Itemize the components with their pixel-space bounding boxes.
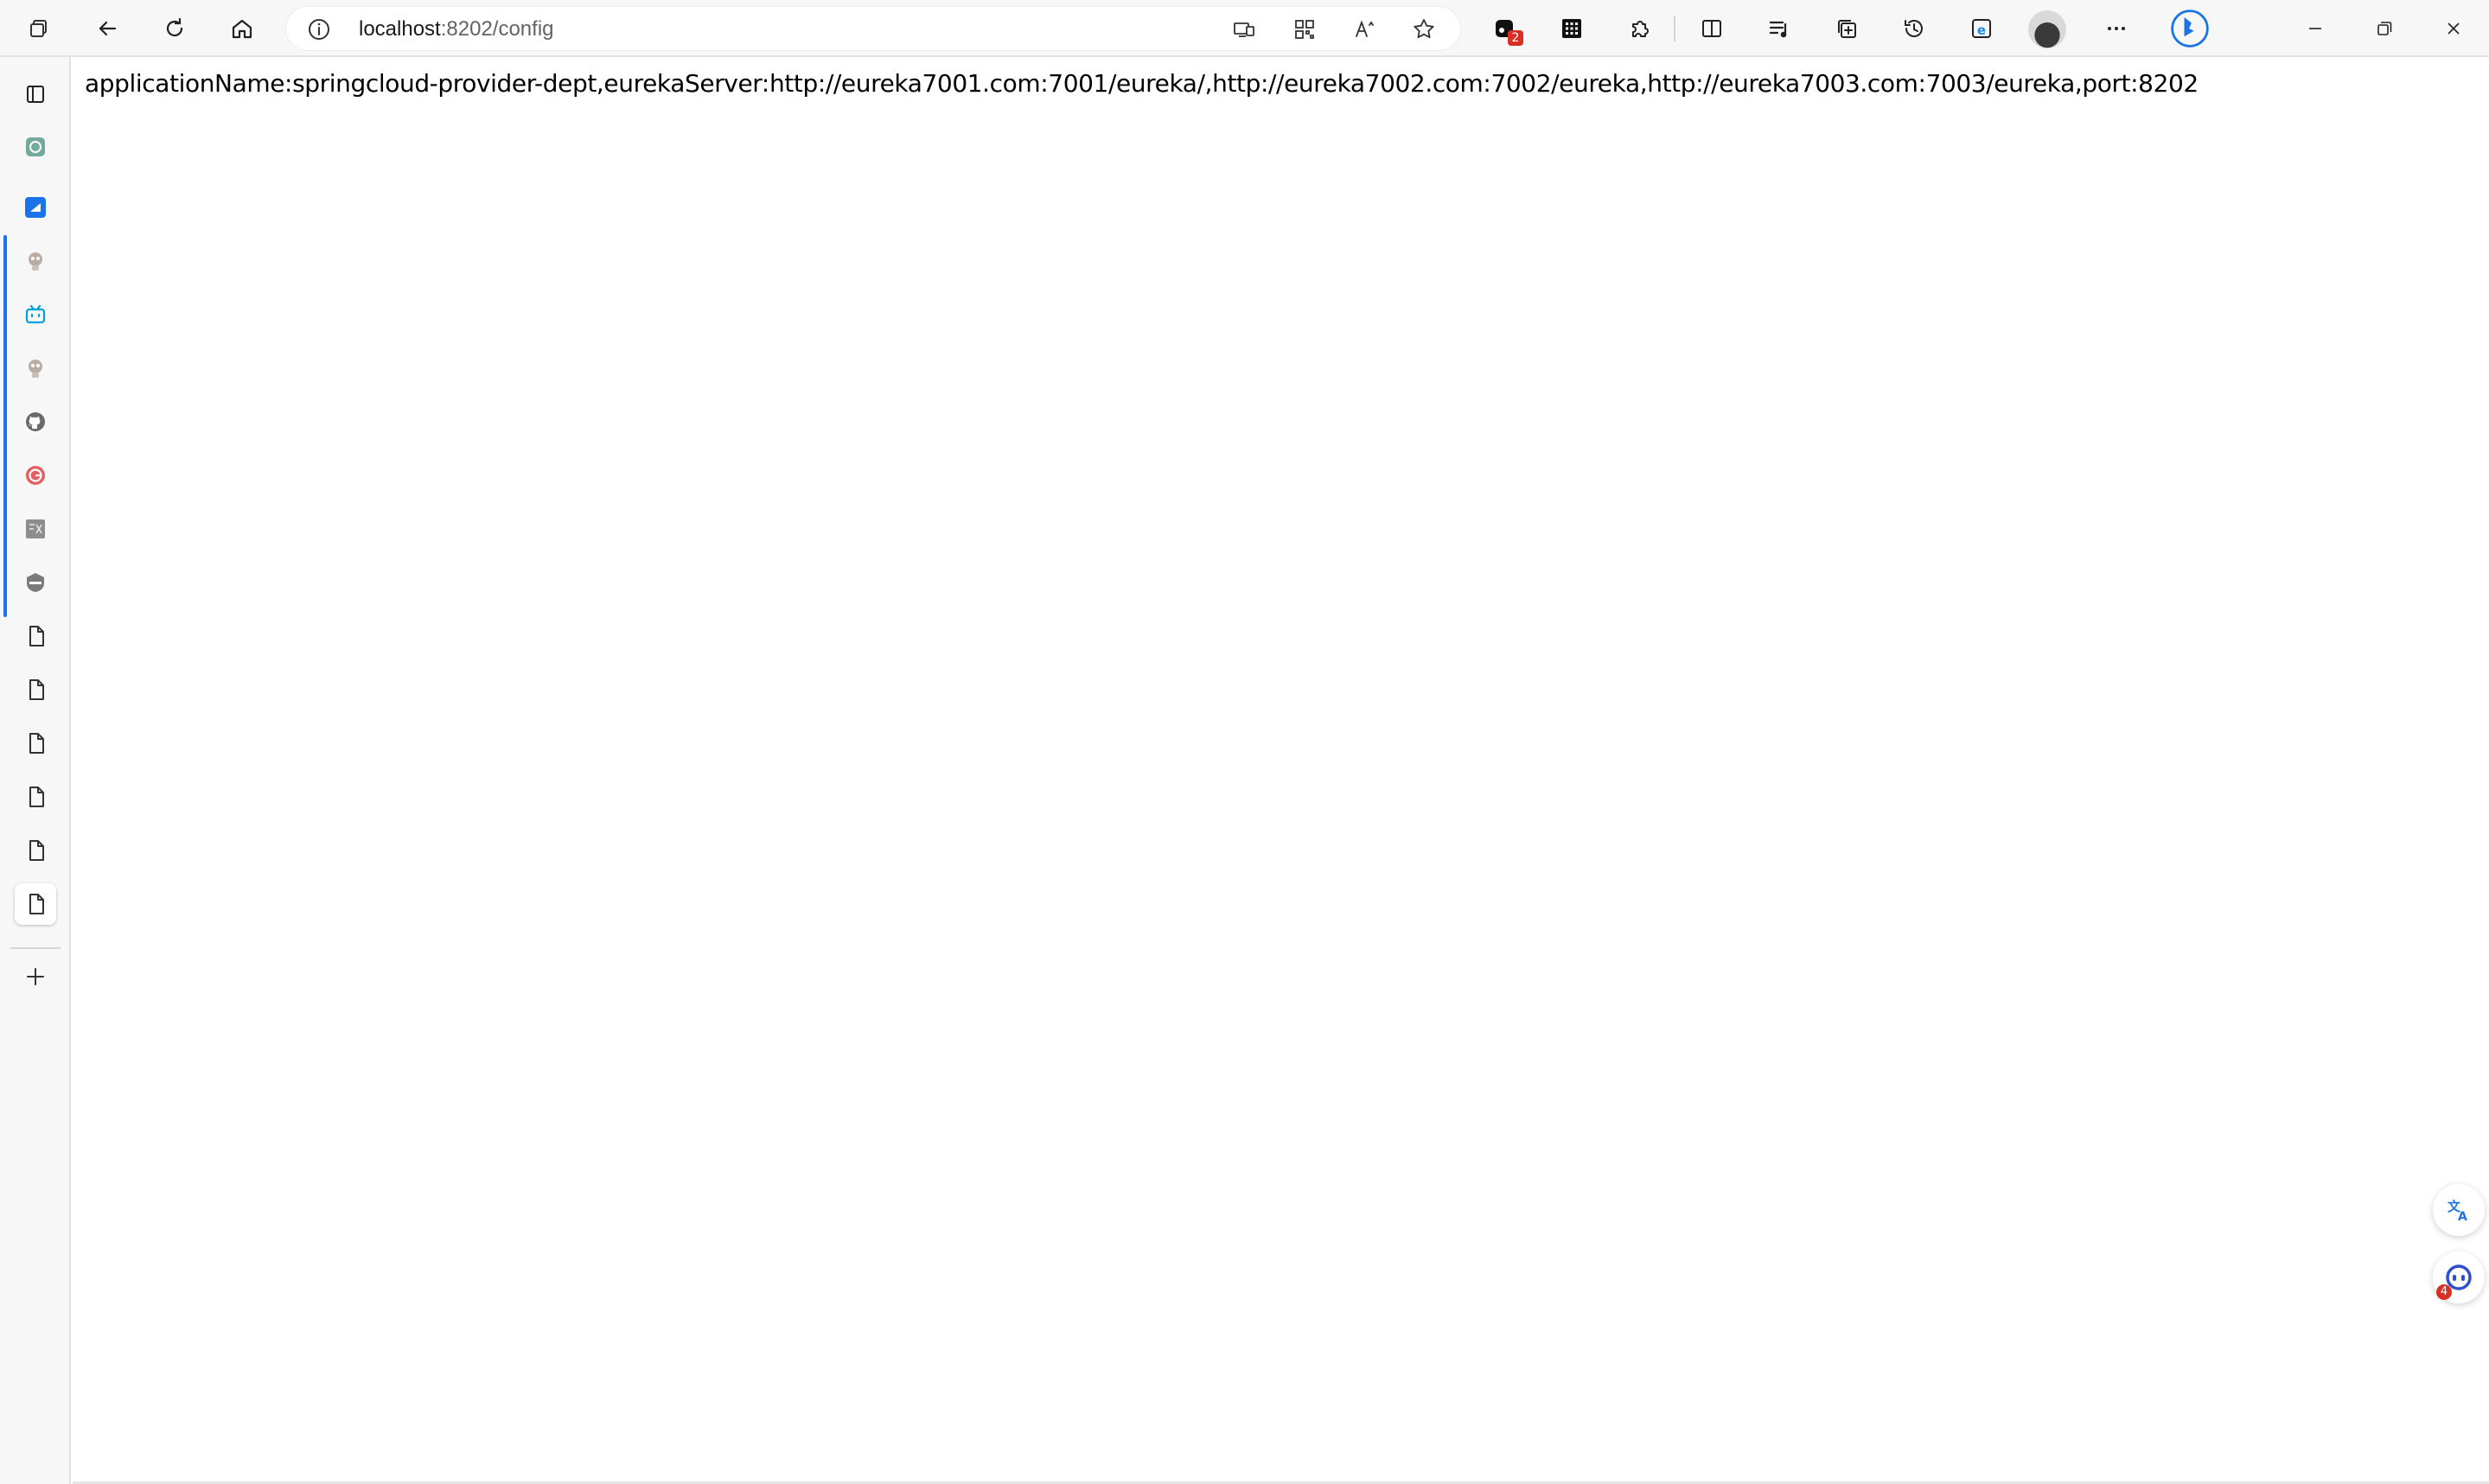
- gopher-avatar-icon[interactable]: [15, 347, 56, 389]
- site-info-icon[interactable]: [305, 16, 333, 43]
- page-icon[interactable]: [15, 615, 56, 657]
- restore-button[interactable]: [2358, 9, 2410, 48]
- extension-dark-icon[interactable]: 2: [1484, 8, 1525, 49]
- config-output-text: applicationName:springcloud-provider-dep…: [85, 69, 2199, 98]
- tab-separator: [10, 947, 61, 949]
- home-button[interactable]: [221, 8, 263, 49]
- tab-actions-icon[interactable]: [15, 73, 56, 115]
- assistant-badge: 4: [2436, 1284, 2452, 1300]
- blue-app-icon[interactable]: [15, 187, 56, 228]
- internet-explorer-mode-icon[interactable]: e: [1961, 8, 2002, 49]
- split-screen-icon[interactable]: [1691, 8, 1733, 49]
- shield-icon[interactable]: [15, 562, 56, 603]
- browser-toolbar: localhost:8202/config 2 e: [0, 0, 2489, 57]
- favorite-star-icon[interactable]: [1407, 12, 1441, 47]
- workspaces-icon[interactable]: [18, 8, 60, 49]
- more-options-icon[interactable]: [2096, 8, 2137, 49]
- url-host: localhost: [359, 17, 441, 41]
- extensions-puzzle-icon[interactable]: [1618, 8, 1660, 49]
- gopher-avatar-icon[interactable]: [15, 240, 56, 282]
- svg-text:e: e: [1977, 22, 1986, 38]
- address-bar[interactable]: localhost:8202/config: [285, 6, 1461, 51]
- translate-icon: 文 A: [2448, 1199, 2467, 1224]
- grey-site-icon[interactable]: [15, 508, 56, 550]
- bilibili-icon[interactable]: [15, 294, 56, 335]
- page-icon[interactable]: [15, 669, 56, 710]
- collections-icon[interactable]: [1826, 8, 1867, 49]
- favorites-list-icon[interactable]: [1758, 8, 1800, 49]
- minimize-button[interactable]: [2289, 9, 2341, 48]
- url-path: :8202/config: [440, 17, 554, 41]
- refresh-button[interactable]: [154, 8, 195, 49]
- history-icon[interactable]: [1893, 8, 1935, 49]
- new-tab-icon[interactable]: [15, 956, 56, 997]
- svg-text:A: A: [2458, 1210, 2467, 1224]
- assistant-button[interactable]: 4: [2433, 1252, 2485, 1303]
- page-icon[interactable]: [15, 830, 56, 871]
- qr-code-icon[interactable]: [1287, 12, 1322, 47]
- extension-badge: 2: [1508, 30, 1523, 46]
- url-text[interactable]: localhost:8202/config: [359, 7, 554, 52]
- active-page-tab[interactable]: [15, 883, 56, 925]
- profile-avatar[interactable]: [2028, 10, 2066, 48]
- chatgpt-icon[interactable]: [15, 126, 56, 168]
- github-icon[interactable]: [15, 401, 56, 443]
- read-aloud-icon[interactable]: [1348, 12, 1382, 47]
- bing-copilot-icon[interactable]: [2167, 5, 2213, 52]
- back-button[interactable]: [86, 8, 128, 49]
- close-button[interactable]: [2428, 9, 2479, 48]
- page-icon[interactable]: [15, 723, 56, 764]
- grid-extension-icon[interactable]: [1551, 8, 1592, 49]
- translate-button[interactable]: 文 A: [2433, 1184, 2485, 1236]
- page-icon: [29, 894, 44, 914]
- page-icon[interactable]: [15, 776, 56, 818]
- gitee-icon[interactable]: [15, 455, 56, 496]
- page-content: applicationName:springcloud-provider-dep…: [73, 57, 2489, 1484]
- toolbar-divider: [1674, 16, 1675, 41]
- tab-group-indicator: [3, 235, 7, 617]
- vertical-tab-bar: [0, 57, 71, 1484]
- app-available-icon[interactable]: [1227, 12, 1261, 47]
